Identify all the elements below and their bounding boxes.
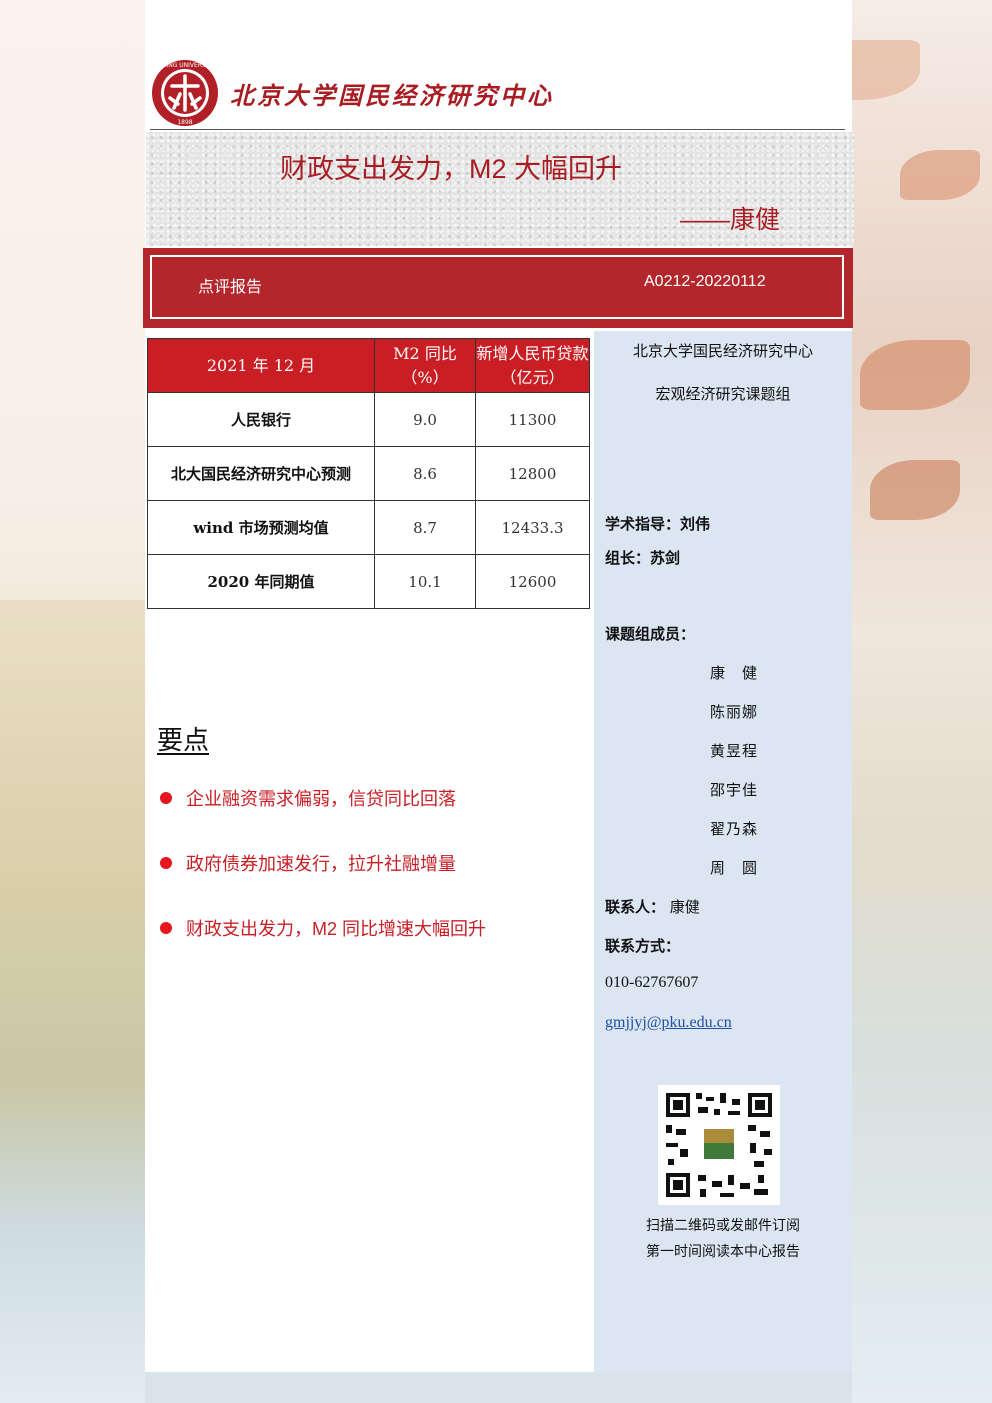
peking-university-logo: PEKING UNIVERSITY 1898	[152, 60, 218, 126]
sidebar-member: 康 健	[710, 664, 759, 682]
table-header-period: 2021 年 12 月	[147, 338, 375, 393]
decorative-leaf	[900, 150, 980, 200]
key-point-text: 政府债券加速发行，拉升社融增量	[186, 854, 456, 874]
row-m2: 8.6	[374, 446, 476, 501]
background-scenery-right	[852, 0, 992, 1403]
table-row: 2020 年同期值 10.1 12600	[147, 554, 590, 609]
header-divider	[150, 129, 845, 130]
contact-name: 康健	[669, 898, 700, 916]
forecast-table: 2021 年 12 月 M2 同比（%） 新增人民币贷款（亿元） 人民银行 9.…	[147, 338, 590, 609]
bullet-dot-icon	[160, 922, 172, 935]
sidebar-member: 黄昱程	[710, 742, 759, 760]
sidebar-member: 陈丽娜	[710, 703, 759, 721]
key-point-text: 企业融资需求偏弱，信贷同比回落	[186, 789, 456, 809]
qr-code-icon[interactable]	[658, 1085, 780, 1205]
report-header: PEKING UNIVERSITY 1898 北京大学国民经济研究中心	[150, 58, 840, 128]
sidebar-member: 邵宇佳	[710, 781, 759, 799]
table-row: wind 市场预测均值 8.7 12433.3	[147, 500, 590, 555]
report-author: ——康健	[680, 206, 781, 234]
contact-phone: 010-62767607	[605, 974, 699, 991]
bullet-dot-icon	[160, 792, 172, 805]
logo-year: 1898	[177, 119, 192, 126]
row-m2: 9.0	[374, 392, 476, 447]
key-point-text: 财政支出发力，M2 同比增速大幅回升	[186, 919, 487, 939]
report-code: A0212-20220112	[644, 273, 766, 290]
contact-label: 联系人：	[605, 898, 666, 916]
sidebar-org: 北京大学国民经济研究中心	[632, 343, 813, 360]
row-label: wind 市场预测均值	[147, 500, 375, 555]
bullet-dot-icon	[160, 857, 172, 870]
row-label: 北大国民经济研究中心预测	[147, 446, 375, 501]
report-title: 财政支出发力，M2 大幅回升	[280, 154, 623, 184]
qr-caption-line1: 扫描二维码或发邮件订阅	[646, 1217, 800, 1233]
sidebar-advisor: 学术指导：刘伟	[605, 515, 711, 533]
key-point-item: 政府债券加速发行，拉升社融增量	[160, 850, 456, 876]
row-m2: 8.7	[374, 500, 476, 555]
sidebar-leader: 组长：苏剑	[605, 549, 681, 567]
row-label: 2020 年同期值	[147, 554, 375, 609]
sidebar-members-label: 课题组成员：	[605, 625, 696, 643]
logo-text: PEKING UNIVERSITY	[155, 62, 215, 69]
table-row: 北大国民经济研究中心预测 8.6 12800	[147, 446, 590, 501]
row-label: 人民银行	[147, 392, 375, 447]
qr-caption-line2: 第一时间阅读本中心报告	[646, 1243, 800, 1259]
row-loans: 12600	[475, 554, 590, 609]
row-loans: 12433.3	[475, 500, 590, 555]
sidebar-contact: 联系人： 康健	[605, 896, 700, 917]
background-scenery-left	[0, 600, 145, 1403]
table-header-loans: 新增人民币贷款（亿元）	[475, 338, 590, 393]
row-loans: 11300	[475, 392, 590, 447]
contact-email-link[interactable]: gmjjyj@pku.edu.cn	[605, 1014, 732, 1032]
key-points-title: 要点	[157, 725, 210, 755]
decorative-leaf	[870, 460, 960, 520]
table-row: 人民银行 9.0 11300	[147, 392, 590, 447]
sidebar-group: 宏观经济研究课题组	[655, 386, 791, 403]
sidebar-member: 周 圆	[710, 859, 759, 877]
contact-method-label: 联系方式：	[605, 937, 681, 955]
org-name: 北京大学国民经济研究中心	[230, 81, 554, 110]
key-point-item: 财政支出发力，M2 同比增速大幅回升	[160, 915, 486, 941]
report-type: 点评报告	[198, 279, 263, 296]
row-loans: 12800	[475, 446, 590, 501]
row-m2: 10.1	[374, 554, 476, 609]
decorative-leaf	[860, 340, 970, 410]
table-header-m2: M2 同比（%）	[374, 338, 476, 393]
sidebar-member: 翟乃森	[710, 820, 759, 838]
table-header-row: 2021 年 12 月 M2 同比（%） 新增人民币贷款（亿元）	[147, 338, 590, 393]
key-point-item: 企业融资需求偏弱，信贷同比回落	[160, 785, 456, 811]
